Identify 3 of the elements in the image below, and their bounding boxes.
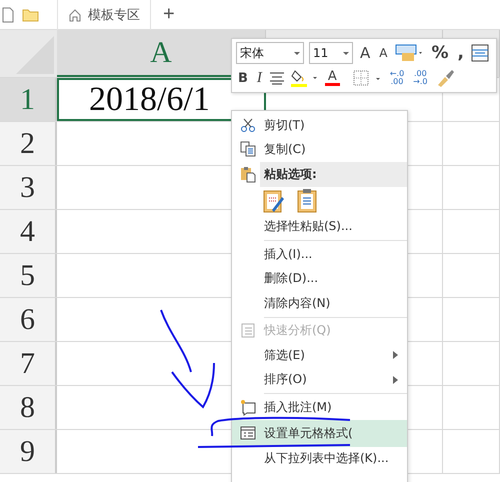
menu-item: 快速分析(Q) — [232, 318, 407, 343]
menu-section-header: 粘贴选项: — [260, 162, 407, 186]
tab-label: 模板专区 — [88, 6, 140, 24]
